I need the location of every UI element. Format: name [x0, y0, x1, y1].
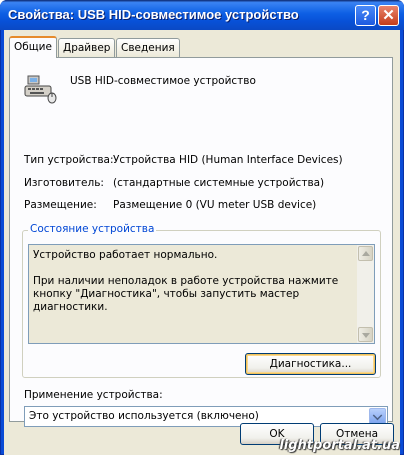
device-status-title: Состояние устройства — [28, 223, 157, 235]
tab-general[interactable]: Общие — [9, 36, 57, 58]
status-scrollbar[interactable] — [357, 245, 374, 343]
location-value: Размещение 0 (VU meter USB device) — [113, 199, 317, 211]
status-line-help: При наличии неполадок в работе устройств… — [33, 275, 339, 313]
tab-details[interactable]: Сведения — [116, 38, 180, 57]
device-type-label: Тип устройства: — [24, 154, 114, 166]
arrow-up-icon — [362, 251, 370, 256]
manufacturer-label: Изготовитель: — [24, 177, 104, 189]
scroll-up-button[interactable] — [358, 246, 373, 261]
device-name: USB HID-совместимое устройство — [70, 75, 256, 87]
location-label: Размещение: — [24, 199, 97, 211]
chevron-down-icon — [372, 410, 383, 421]
device-type-value: Устройства HID (Human Interface Devices) — [113, 154, 343, 166]
manufacturer-value: (стандартные системные устройства) — [113, 177, 325, 189]
watermark: lightportal.at.ua — [279, 438, 400, 453]
general-tab-panel: USB HID-совместимое устройство Тип устро… — [9, 57, 393, 427]
status-line-ok: Устройство работает нормально. — [33, 249, 218, 261]
device-usage-label: Применение устройства: — [24, 389, 163, 401]
help-button[interactable]: ? — [355, 5, 376, 26]
dialog-client-area: Общие Драйвер Сведения USB HID-совместим… — [4, 30, 400, 455]
properties-window: Свойства: USB HID-совместимое устройство… — [0, 0, 404, 455]
device-status-text: Устройство работает нормально. При налич… — [33, 249, 353, 327]
arrow-down-icon — [362, 333, 370, 338]
device-usage-selected: Это устройство используется (включено) — [29, 410, 259, 422]
title-bar[interactable]: Свойства: USB HID-совместимое устройство… — [0, 0, 404, 30]
device-status-group: Состояние устройства Устройство работает… — [22, 223, 381, 378]
close-button[interactable]: ✕ — [378, 5, 399, 26]
scroll-down-button[interactable] — [358, 327, 373, 342]
usb-hid-device-icon — [24, 75, 57, 104]
device-status-textbox[interactable]: Устройство работает нормально. При налич… — [28, 244, 375, 344]
diagnostics-button[interactable]: Диагностика... — [245, 353, 376, 375]
tab-driver[interactable]: Драйвер — [58, 38, 116, 57]
window-title: Свойства: USB HID-совместимое устройство — [8, 7, 299, 22]
